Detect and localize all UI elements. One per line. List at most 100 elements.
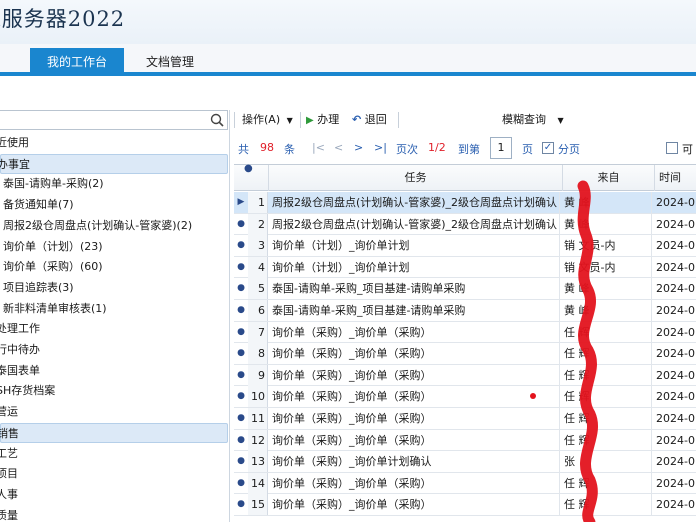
table-row[interactable]: ●8询价单（采购）_询价单（采购）任 辉 2024-01 <box>234 343 696 365</box>
operate-menu-button[interactable]: 操作(A) ▼ <box>242 111 293 129</box>
operate-label: 操作(A) <box>242 113 281 126</box>
fuzzy-search-dropdown[interactable]: 模糊查询 ▼ <box>502 111 564 129</box>
table-row[interactable]: ●6泰国-请购单-采购_项目基建-请购单采购黄 峰 2024-01 <box>234 300 696 322</box>
sidebar-tree-item-label: 项目追踪表(3) <box>3 280 74 294</box>
undo-icon: ↶ <box>352 113 362 126</box>
extra-label: 可 <box>682 143 693 156</box>
table-row[interactable]: ●5泰国-请购单-采购_项目基建-请购单采购黄 峰 2024-01 <box>234 278 696 300</box>
sidebar-tree-item[interactable]: 行中待办 <box>0 340 228 360</box>
row-number: 9 <box>248 364 268 386</box>
time-cell: 2024-01 <box>656 368 696 382</box>
sidebar-tree-item[interactable]: 处理工作 <box>0 319 228 339</box>
column-header-time[interactable]: 时间 <box>654 165 696 191</box>
sidebar-tree-item-label: 销售 <box>0 426 19 440</box>
sidebar-tree-item[interactable]: 询价单（采购）(60) <box>0 257 228 277</box>
row-number: 3 <box>248 235 268 257</box>
sidebar-tree-item-label: 周报2级仓周盘点(计划确认-管家婆)(2) <box>3 218 193 232</box>
table-row[interactable]: ●4询价单（计划）_询价单计划销 文员-内 2024-01 <box>234 256 696 279</box>
sidebar-tree-item-label: 质量 <box>0 508 18 522</box>
paged-checkbox[interactable]: ✓ <box>542 142 554 154</box>
sidebar-tree-item[interactable]: 项目追踪表(3) <box>0 278 228 298</box>
sidebar-tree-item[interactable]: 工艺 <box>0 444 228 464</box>
task-cell: 询价单（采购）_询价单计划确认 <box>270 451 560 473</box>
from-cell: 任 辉 <box>562 429 652 451</box>
search-icon[interactable] <box>210 113 224 127</box>
table-row[interactable]: ●15询价单（采购）_询价单（采购）任 辉 2024-01 <box>234 494 696 516</box>
prev-page-button[interactable]: < <box>334 141 343 154</box>
sidebar-tree-item-label: 询价单（采购）(60) <box>3 260 103 274</box>
table-row[interactable]: ●9询价单（采购）_询价单（采购）任 辉 2024-01 <box>234 364 696 387</box>
table-row[interactable]: ●3询价单（计划）_询价单计划销 文员-内 2024-01 <box>234 235 696 257</box>
sidebar-tree-item[interactable]: 人事 <box>0 485 228 505</box>
page-unit: 页 <box>522 143 533 156</box>
row-dot-icon: ● <box>237 348 245 359</box>
page-number-input[interactable]: 1 <box>490 137 512 159</box>
column-header-task[interactable]: 任务 <box>268 165 562 191</box>
first-page-button[interactable]: |< <box>312 141 325 154</box>
tab-my-workbench[interactable]: 我的工作台 <box>30 48 124 76</box>
handle-label: 办理 <box>317 113 340 126</box>
row-dot-icon: ● <box>237 434 245 445</box>
tab-bar: 我的工作台 文档管理 <box>0 44 696 76</box>
toolbar-divider <box>234 112 235 128</box>
sidebar-tree-item-label: 泰国表单 <box>0 363 40 377</box>
sidebar-tree-item[interactable]: 销售 <box>0 422 228 443</box>
row-number: 11 <box>248 408 268 429</box>
task-cell: 泰国-请购单-采购_项目基建-请购单采购 <box>270 300 560 321</box>
from-cell: 任 辉 <box>562 408 652 429</box>
sidebar-tree-item[interactable]: 项目 <box>0 464 228 484</box>
table-row[interactable]: ●7询价单（采购）_询价单（采购）任 辉 2024-01 <box>234 321 696 344</box>
table-row[interactable]: ●14询价单（采购）_询价单（采购）任 辉 2024-01 <box>234 472 696 495</box>
app-title: l服务器2022 <box>0 7 126 31</box>
sidebar-tree-item[interactable]: 新非料清单审核表(1) <box>0 299 228 319</box>
row-number: 6 <box>248 300 268 321</box>
sidebar-tree-item[interactable]: 询价单（计划）(23) <box>0 237 228 257</box>
time-cell: 2024-01 <box>656 325 696 339</box>
dropdown-arrow-icon: ▼ <box>286 116 293 125</box>
sidebar-search-input[interactable] <box>0 110 228 130</box>
task-cell: 询价单（采购）_询价单（采购） <box>270 343 560 365</box>
task-cell: 询价单（采购）_询价单（采购） <box>270 472 560 494</box>
table-row[interactable]: ●11询价单（采购）_询价单（采购）任 辉 2024-01 <box>234 408 696 430</box>
table-row[interactable]: ●10询价单（采购）_询价单（采购）任 辉 2024-01 <box>234 386 696 408</box>
table-row[interactable]: ● 2 周报2级仓周盘点(计划确认-管家婆)_2级仓周盘点计划确认黄 峰 2024-0… <box>234 213 696 236</box>
time-cell: 2024-01 <box>656 304 696 317</box>
extra-checkbox[interactable] <box>666 142 678 154</box>
handle-button[interactable]: ▶ 办理 <box>306 111 339 129</box>
row-dot-icon: ● <box>237 261 245 272</box>
last-page-button[interactable]: >| <box>374 141 387 154</box>
next-page-button[interactable]: > <box>354 141 363 154</box>
sidebar-tree-item[interactable]: 泰国-请购单-采购(2) <box>0 174 228 194</box>
table-row[interactable]: ▶ 1 周报2级仓周盘点(计划确认-管家婆)_2级仓周盘点计划确认黄 峰 2024-0… <box>234 192 696 214</box>
total-prefix: 共 <box>238 143 249 156</box>
sidebar-tree-item[interactable]: 近使用 <box>0 133 228 153</box>
sidebar-tree-item[interactable]: SH存货档案 <box>0 381 228 401</box>
table-row[interactable]: ●12询价单（采购）_询价单（采购）任 辉 2024-01 <box>234 429 696 452</box>
sidebar-tree-item[interactable]: 备货通知单(7) <box>0 195 228 215</box>
row-dot-icon: ● <box>237 369 245 380</box>
from-cell: 任 辉 <box>562 494 652 516</box>
tab-document-management[interactable]: 文档管理 <box>130 48 210 76</box>
time-cell: 2024-01 <box>656 347 696 361</box>
time-cell: 2024-01 <box>656 260 696 274</box>
time-cell: 2024-01 <box>656 498 696 512</box>
sidebar-tree-item[interactable]: 营运 <box>0 402 228 422</box>
sidebar-tree-item-label: 处理工作 <box>0 322 40 336</box>
sidebar-tree-item[interactable]: 质量 <box>0 506 228 522</box>
row-number: 2 <box>248 213 268 235</box>
task-cell: 周报2级仓周盘点(计划确认-管家婆)_2级仓周盘点计划确认 <box>270 192 560 213</box>
sidebar-tree-item-label: 人事 <box>0 487 18 501</box>
return-button[interactable]: ↶ 退回 <box>352 111 387 129</box>
sidebar-tree-item[interactable]: 周报2级仓周盘点(计划确认-管家婆)(2) <box>0 216 228 236</box>
row-number: 12 <box>248 429 268 451</box>
sidebar-tree-item[interactable]: 泰国表单 <box>0 361 228 381</box>
page-status: 1/2 <box>428 141 446 154</box>
sidebar-tree-item-label: 泰国-请购单-采购(2) <box>3 177 104 191</box>
from-cell: 任 辉 <box>562 343 652 365</box>
column-header-from[interactable]: 来自 <box>562 165 654 191</box>
table-row[interactable]: ●13询价单（采购）_询价单计划确认张 2024-01 <box>234 451 696 473</box>
sidebar-tree-item[interactable]: 办事宜 <box>0 153 228 174</box>
sidebar-tree-item-label: 办事宜 <box>0 157 30 171</box>
sidebar-tree-item-label: 营运 <box>0 405 18 419</box>
task-cell: 询价单（采购）_询价单（采购） <box>270 494 560 516</box>
